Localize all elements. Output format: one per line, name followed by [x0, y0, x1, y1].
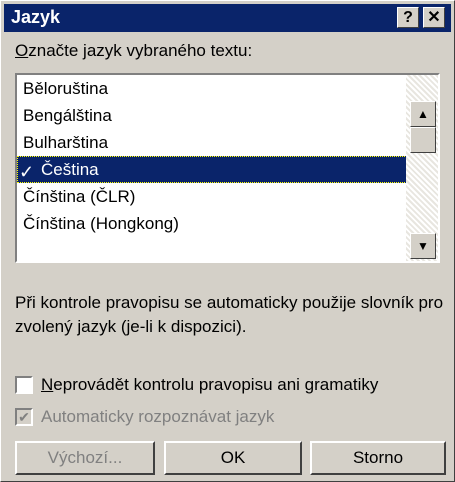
language-item[interactable]: Bengálština	[17, 102, 407, 129]
language-dialog: Jazyk ? ✕ Označte jazyk vybraného textu:…	[0, 0, 455, 482]
language-item-label: Bengálština	[23, 106, 112, 125]
language-item[interactable]: Čínština (Hongkong)	[17, 210, 407, 237]
language-item-label: Běloruština	[23, 79, 109, 98]
language-item[interactable]: Čínština (ČLR)	[17, 183, 407, 210]
language-item[interactable]: ✓ Čeština	[17, 156, 407, 183]
language-item-label: Bulharština	[23, 133, 109, 152]
close-icon: ✕	[427, 9, 441, 26]
scroll-thumb[interactable]	[410, 127, 436, 153]
arrow-up-icon: ▲	[417, 107, 429, 121]
help-button[interactable]: ?	[397, 7, 419, 28]
vertical-scrollbar[interactable]: ▲ ▼	[406, 75, 438, 261]
checkmark-icon: ✓	[19, 162, 35, 182]
default-button: Výchozí...	[15, 441, 155, 475]
dialog-title: Jazyk	[11, 7, 61, 27]
language-item[interactable]: Bulharština	[17, 129, 407, 156]
no-spellcheck-checkbox[interactable]	[15, 376, 33, 394]
language-list-label: Označte jazyk vybraného textu:	[15, 41, 252, 61]
question-icon: ?	[403, 9, 413, 26]
language-listbox[interactable]: Běloruština Bengálština Bulharština ✓ Češtin…	[15, 73, 440, 263]
no-spellcheck-text: eprovádět kontrolu pravopisu ani gramati…	[53, 375, 379, 394]
auto-detect-option: ✔ Automaticky rozpoznávat jazyk	[15, 405, 274, 429]
ok-button[interactable]: OK	[164, 441, 302, 475]
scroll-up-button[interactable]: ▲	[410, 101, 436, 127]
close-button[interactable]: ✕	[423, 7, 445, 28]
language-item-label: Čínština (ČLR)	[23, 187, 136, 206]
info-text: Při kontrole pravopisu se automaticky po…	[15, 293, 444, 336]
auto-detect-label: Automaticky rozpoznávat jazyk	[41, 407, 275, 426]
label-accelerator: O	[15, 41, 29, 60]
auto-detect-checkbox: ✔	[15, 408, 33, 426]
no-spellcheck-accelerator: N	[41, 375, 54, 394]
no-spellcheck-option[interactable]: Neprovádět kontrolu pravopisu ani gramat…	[15, 373, 378, 397]
scroll-down-button[interactable]: ▼	[410, 233, 436, 259]
no-spellcheck-label: Neprovádět kontrolu pravopisu ani gramat…	[41, 375, 378, 395]
language-item-label: Čeština	[41, 160, 99, 179]
arrow-down-icon: ▼	[417, 239, 429, 253]
label-text: značte jazyk vybraného textu:	[28, 41, 253, 60]
language-item[interactable]: Běloruština	[17, 75, 407, 102]
checkmark-icon: ✔	[18, 409, 30, 425]
language-list: Běloruština Bengálština Bulharština ✓ Češtin…	[17, 75, 407, 237]
cancel-button[interactable]: Storno	[310, 441, 446, 475]
title-bar[interactable]: Jazyk ? ✕	[4, 4, 451, 32]
language-item-label: Čínština (Hongkong)	[23, 214, 179, 233]
